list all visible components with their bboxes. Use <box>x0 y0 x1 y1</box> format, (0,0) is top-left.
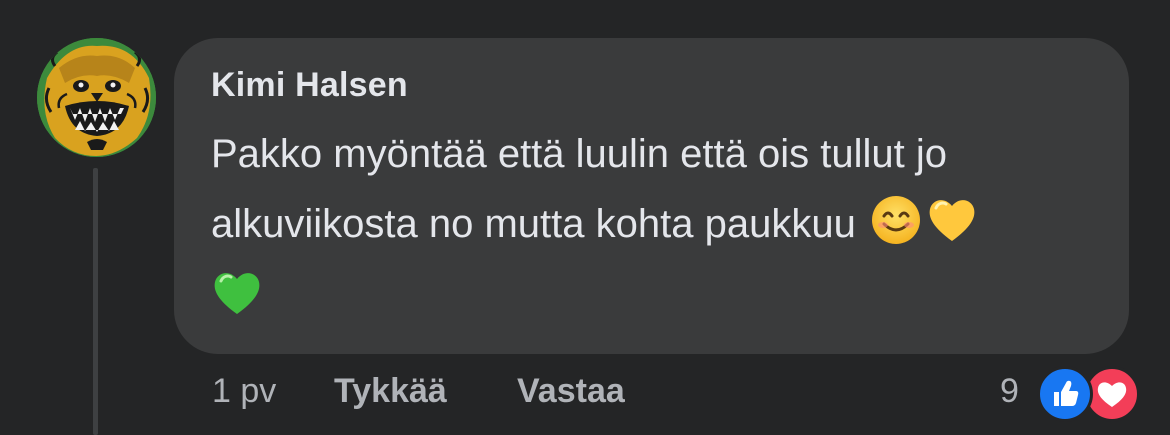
smiling-face-icon <box>870 194 922 246</box>
comment-timestamp[interactable]: 1 pv <box>212 372 276 411</box>
like-button[interactable]: Tykkää <box>334 372 447 411</box>
author-name[interactable]: Kimi Halsen <box>211 66 408 105</box>
avatar[interactable] <box>37 38 156 157</box>
green-heart-icon <box>211 267 263 319</box>
comment-thread: Kimi Halsen Pakko myöntää että luulin et… <box>0 0 1170 435</box>
reply-button[interactable]: Vastaa <box>517 372 625 411</box>
comment-body: Pakko myöntää että luulin että ois tullu… <box>211 132 947 246</box>
like-icon[interactable] <box>1037 366 1093 422</box>
reaction-count[interactable]: 9 <box>1000 372 1019 411</box>
comment-text: Pakko myöntää että luulin että ois tullu… <box>211 119 1101 329</box>
yellow-heart-icon <box>926 194 978 246</box>
lion-crest-avatar-icon <box>37 38 156 157</box>
thread-line <box>93 168 98 435</box>
